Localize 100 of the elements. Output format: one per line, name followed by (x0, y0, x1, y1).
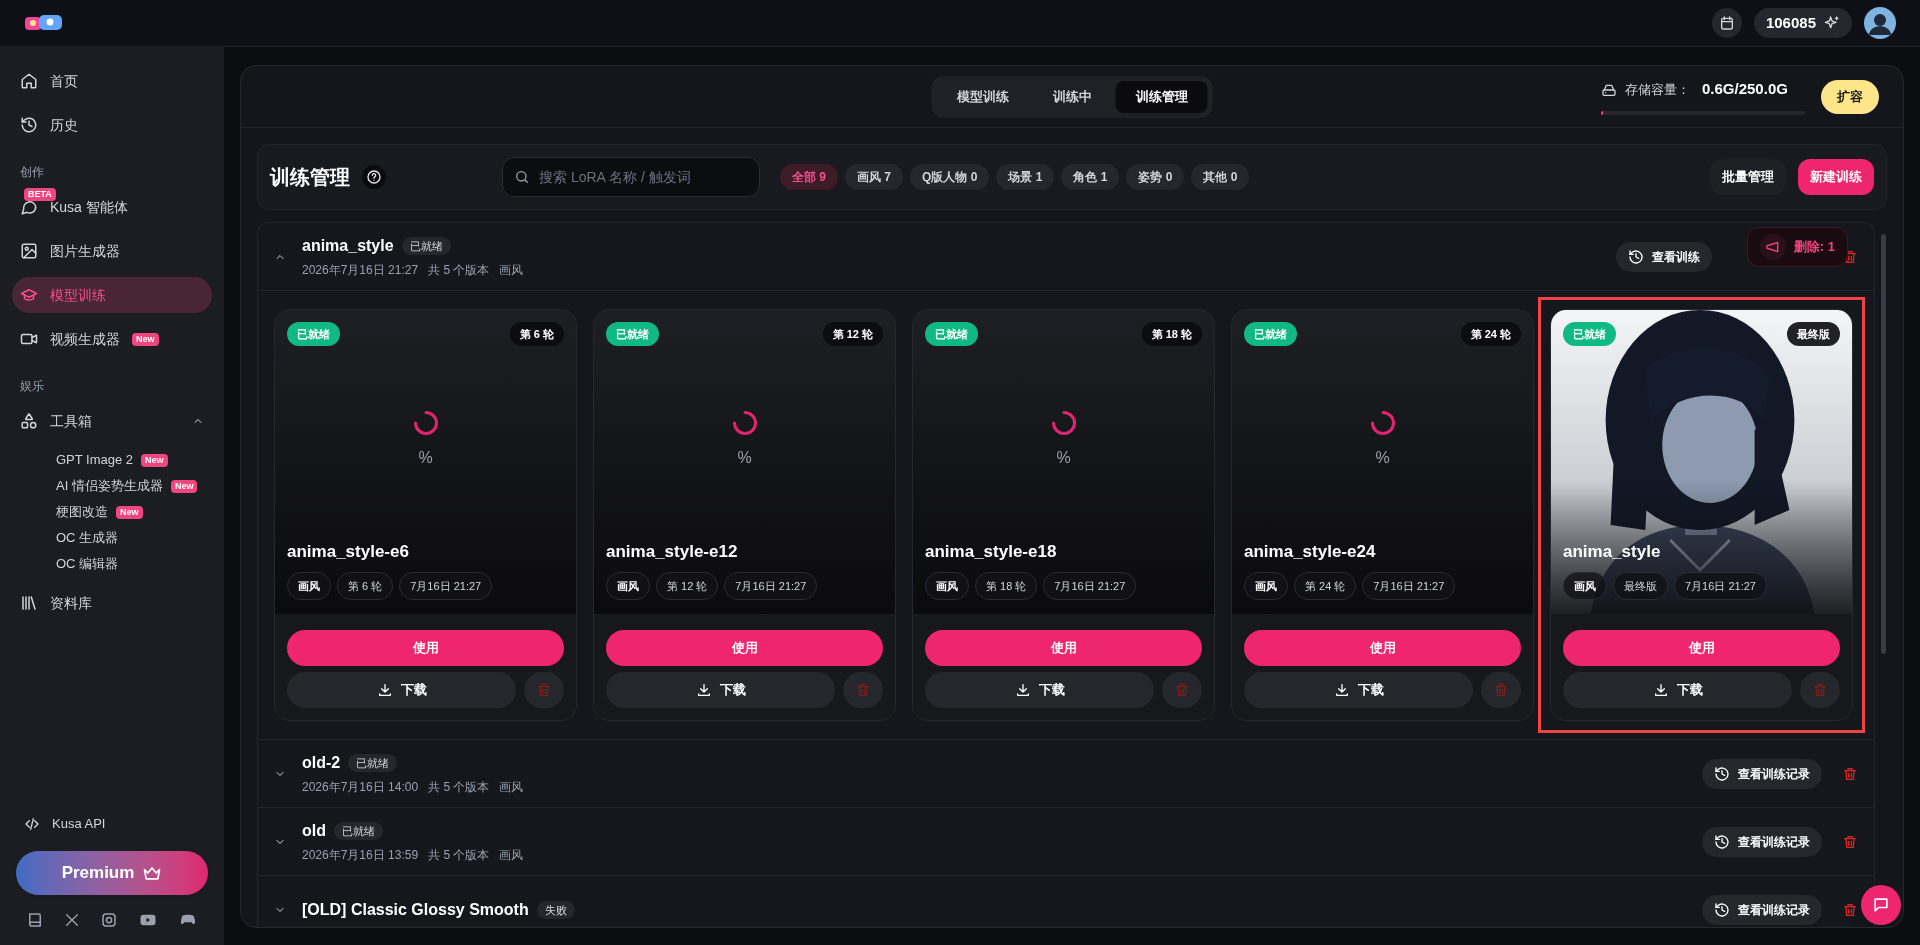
status-badge: 已就绪 (287, 322, 340, 346)
item-label: OC 编辑器 (56, 555, 119, 574)
filter-chip[interactable]: 姿势 0 (1126, 164, 1185, 190)
item-label: 首页 (50, 71, 78, 91)
status-badge: 失败 (536, 900, 575, 919)
filter-chip[interactable]: 其他 0 (1191, 164, 1250, 190)
epoch-badge: 第 18 轮 (1141, 322, 1202, 346)
sidebar-item[interactable]: 首页 (12, 63, 212, 99)
group-name: anima_style (302, 236, 394, 256)
status-badge: 已就绪 (401, 237, 451, 255)
use-button[interactable]: 使用 (1563, 630, 1840, 666)
item-label: 图片生成器 (50, 241, 120, 261)
sidebar-item[interactable]: 工具箱 (12, 403, 212, 439)
new-badge: New (170, 479, 198, 493)
group-meta: 2026年7月16日 13:59 (302, 847, 419, 864)
version-tag: 7月16日 21:27 (1362, 572, 1456, 600)
download-button[interactable]: 下载 (1563, 672, 1792, 708)
version-tag: 第 12 轮 (656, 572, 719, 600)
epoch-badge: 第 6 轮 (509, 322, 564, 346)
credits-count: 106085 (1765, 12, 1816, 33)
sidebar-subitem[interactable]: AI 情侣姿势生成器 New (12, 473, 212, 499)
group-meta: 画风 (499, 262, 524, 279)
use-button[interactable]: 使用 (1244, 630, 1521, 666)
search-field[interactable]: 搜索 LoRA 名称 / 触发词 (502, 157, 760, 197)
item-label: 资料库 (50, 593, 92, 613)
version-tag: 画风 (606, 572, 650, 600)
item-label: AI 情侣姿势生成器 (56, 477, 163, 496)
filter-chip[interactable]: 全部 9 (780, 164, 838, 190)
batch-manage-button[interactable]: 批量管理 (1710, 159, 1786, 195)
group-meta: 2026年7月16日 21:27 (302, 262, 419, 279)
filter-chip[interactable]: Q版人物 0 (910, 164, 990, 190)
sidebar-item[interactable]: 视频生成器 New (12, 321, 212, 357)
sidebar-subitem[interactable]: GPT Image 2 New (12, 447, 212, 473)
sidebar-subitem[interactable]: 梗图改造 New (12, 499, 212, 525)
storage-label: 存储容量： (1625, 80, 1690, 99)
version-tag: 7月16日 21:27 (399, 572, 493, 600)
use-button[interactable]: 使用 (925, 630, 1202, 666)
status-badge: 已就绪 (1563, 322, 1616, 346)
training-record-button[interactable]: 查看训练 (1616, 241, 1712, 272)
filter-chip[interactable]: 场景 1 (996, 164, 1055, 190)
progress-percent: % (418, 448, 433, 468)
version-tag: 画风 (287, 572, 331, 600)
status-badge: 已就绪 (1244, 322, 1297, 346)
status-badge: 已就绪 (348, 754, 398, 772)
tab[interactable]: 训练中 (1032, 81, 1112, 113)
sidebar-item[interactable]: 图片生成器 (12, 233, 212, 269)
tab[interactable]: 训练管理 (1115, 81, 1208, 113)
status-badge: 已就绪 (925, 322, 978, 346)
new-training-button[interactable]: 新建训练 (1798, 159, 1874, 195)
item-label: 视频生成器 (50, 329, 120, 349)
use-button[interactable]: 使用 (606, 630, 883, 666)
page-title: 训练管理 (270, 165, 350, 190)
status-badge: 已就绪 (334, 822, 383, 840)
toast-text: 删除: 1 (1793, 238, 1835, 257)
version-tag: 7月16日 21:27 (1043, 572, 1137, 600)
beta-badge: BETA (24, 188, 56, 201)
sidebar-item[interactable]: BETA Kusa 智能体 (12, 189, 212, 225)
new-badge: New (132, 332, 159, 346)
premium-button[interactable]: Premium (16, 851, 208, 895)
epoch-badge: 第 24 轮 (1460, 322, 1521, 346)
epoch-badge: 最终版 (1787, 322, 1840, 346)
group-name: old (302, 821, 326, 841)
download-button[interactable]: 下载 (925, 672, 1154, 708)
group-meta: 2026年7月16日 14:00 (302, 779, 419, 796)
progress-percent: % (737, 448, 752, 468)
api-link[interactable]: Kusa API (12, 809, 212, 839)
group-meta: 画风 (499, 779, 524, 796)
progress-percent: % (1056, 448, 1071, 468)
version-tag: 画风 (1244, 572, 1288, 600)
training-record-button[interactable]: 查看训练记录 (1702, 826, 1822, 857)
use-button[interactable]: 使用 (287, 630, 564, 666)
group-name: [OLD] Classic Glossy Smooth (302, 899, 529, 920)
sidebar-item[interactable]: 历史 (12, 107, 212, 143)
download-button[interactable]: 下载 (287, 672, 516, 708)
expand-storage-button[interactable]: 扩容 (1821, 79, 1879, 114)
download-button[interactable]: 下载 (1244, 672, 1473, 708)
storage-value: 0.6G/250.0G (1702, 79, 1788, 100)
new-badge: New (141, 453, 168, 467)
sidebar-item[interactable]: 模型训练 (12, 277, 212, 313)
item-label: OC 生成器 (56, 529, 119, 548)
credits-badge[interactable]: 106085 (1753, 8, 1852, 38)
tab[interactable]: 模型训练 (936, 81, 1029, 113)
group-meta: 共 5 个版本 (428, 779, 490, 796)
item-label: 历史 (50, 115, 78, 135)
download-button[interactable]: 下载 (606, 672, 835, 708)
sidebar-subitem[interactable]: OC 生成器 (12, 525, 212, 551)
group-name: old-2 (302, 753, 341, 773)
version-title: anima_style-e18 (925, 540, 1058, 563)
training-record-button[interactable]: 查看训练记录 (1702, 894, 1822, 925)
epoch-badge: 第 12 轮 (822, 322, 883, 346)
section-label: 创作 (19, 164, 45, 181)
version-tag: 第 24 轮 (1294, 572, 1357, 600)
filter-chip[interactable]: 画风 7 (845, 164, 904, 190)
version-title: anima_style-e12 (606, 540, 739, 563)
filter-chip[interactable]: 角色 1 (1061, 164, 1120, 190)
version-tag: 7月16日 21:27 (1674, 572, 1767, 600)
sidebar-item[interactable]: 资料库 (12, 585, 212, 621)
training-record-button[interactable]: 查看训练记录 (1702, 758, 1822, 789)
sidebar-subitem[interactable]: OC 编辑器 (12, 551, 212, 577)
group-meta: 共 5 个版本 (428, 847, 490, 864)
